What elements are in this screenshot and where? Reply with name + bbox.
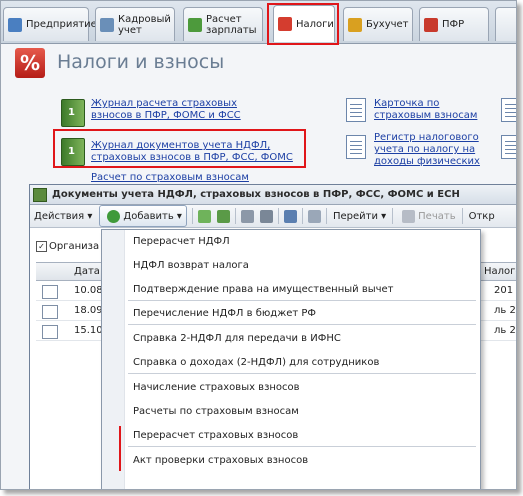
menu-item-2ndfl-ifns[interactable]: Справка 2-НДФЛ для передачи в ИФНС bbox=[133, 333, 341, 344]
add-button[interactable]: Добавить ▾ bbox=[99, 205, 187, 227]
menu-item-ndfl-refund[interactable]: НДФЛ возврат налога bbox=[133, 260, 249, 271]
tab-highlight-box bbox=[267, 3, 339, 45]
posted-document-icon bbox=[42, 325, 58, 339]
filter-label: Организа bbox=[49, 241, 100, 252]
filter-icon[interactable] bbox=[283, 209, 297, 223]
organization-filter[interactable]: ✓ Организа bbox=[36, 241, 99, 252]
enterprise-icon bbox=[8, 17, 22, 32]
row-value: 201 bbox=[494, 285, 514, 296]
link-highlight-box bbox=[53, 129, 306, 168]
row-date: 15.10 bbox=[74, 325, 103, 336]
row-date: 10.08 bbox=[74, 285, 103, 296]
tab-label: Расчет зарплаты bbox=[206, 13, 257, 36]
percent-icon: % bbox=[15, 48, 45, 78]
printer-icon bbox=[402, 209, 416, 223]
toolbar-divider bbox=[191, 208, 193, 224]
print-label: Печать bbox=[418, 210, 456, 222]
link-insurance-card[interactable]: Карточка по страховым взносам bbox=[374, 98, 477, 122]
tab-hr[interactable]: Кадровый учет bbox=[95, 7, 175, 41]
tab-label: Кадровый учет bbox=[118, 13, 171, 36]
checkbox-checked-icon[interactable]: ✓ bbox=[36, 241, 47, 252]
edit-icon[interactable] bbox=[216, 209, 230, 223]
section-tab-bar: Предприятие Кадровый учет Расчет зарплат… bbox=[1, 1, 516, 44]
document-icon bbox=[501, 135, 516, 159]
document-icon bbox=[42, 305, 58, 319]
posted-document-icon bbox=[42, 285, 58, 299]
menu-item-ndfl-transfer[interactable]: Перечисление НДФЛ в бюджет РФ bbox=[133, 308, 316, 319]
window-toolbar: Действия ▾ Добавить ▾ Перейти ▾ Печать О… bbox=[30, 205, 516, 228]
tab-accounting[interactable]: Бухучет bbox=[343, 7, 413, 41]
actions-menu-button[interactable]: Действия ▾ bbox=[30, 206, 96, 226]
register-icon bbox=[346, 135, 366, 159]
row-value: ль 2 bbox=[494, 305, 516, 316]
menu-separator bbox=[128, 324, 476, 325]
menu-item-property-deduction[interactable]: Подтверждение права на имущественный выч… bbox=[133, 284, 394, 295]
toolbar-divider bbox=[392, 208, 394, 224]
tab-enterprise[interactable]: Предприятие bbox=[3, 7, 97, 41]
row-value: ль 2 bbox=[494, 325, 516, 336]
menu-gutter bbox=[102, 230, 125, 489]
tab-payroll[interactable]: Расчет зарплаты bbox=[183, 7, 263, 41]
toolbar-divider bbox=[461, 208, 463, 224]
people-icon bbox=[100, 17, 114, 32]
menu-item-insurance-audit[interactable]: Акт проверки страховых взносов bbox=[133, 455, 308, 466]
structure-icon[interactable] bbox=[307, 209, 321, 223]
menu-separator bbox=[128, 373, 476, 374]
goto-menu-button[interactable]: Перейти ▾ bbox=[329, 206, 390, 226]
link-insurance-calc[interactable]: Расчет по страховым взносам bbox=[91, 172, 249, 184]
menu-item-insurance-settlements[interactable]: Расчеты по страховым взносам bbox=[133, 406, 299, 417]
goto-label: Перейти bbox=[332, 210, 378, 222]
journal-icon bbox=[61, 99, 85, 127]
tab-more[interactable] bbox=[495, 7, 516, 41]
highlight-marker bbox=[119, 426, 121, 471]
tab-label: Предприятие bbox=[26, 19, 97, 30]
tab-label: Бухучет bbox=[366, 19, 409, 30]
document-icon bbox=[501, 98, 516, 122]
actions-label: Действия bbox=[34, 210, 85, 222]
link-insurance-journal[interactable]: Журнал расчета страховых взносов в ПФР, … bbox=[91, 98, 241, 122]
row-date: 18.09 bbox=[74, 305, 103, 316]
menu-item-2ndfl-employees[interactable]: Справка о доходах (2-НДФЛ) для сотрудник… bbox=[133, 357, 379, 368]
menu-item-insurance-accrual[interactable]: Начисление страховых взносов bbox=[133, 382, 300, 393]
copy-icon[interactable] bbox=[197, 209, 211, 223]
payroll-icon bbox=[188, 17, 202, 32]
column-taxes[interactable]: Налогов... bbox=[484, 266, 516, 277]
open-button[interactable]: Откр bbox=[465, 206, 499, 226]
toolbar-divider bbox=[325, 208, 327, 224]
pfr-icon bbox=[424, 17, 438, 32]
menu-separator bbox=[128, 446, 476, 447]
window-title-bar: Документы учета НДФЛ, страховых взносов … bbox=[30, 185, 516, 205]
application-window: Предприятие Кадровый учет Расчет зарплат… bbox=[0, 0, 517, 490]
journal-icon bbox=[33, 187, 47, 202]
toolbar-divider bbox=[277, 208, 279, 224]
add-dropdown-menu: Перерасчет НДФЛ НДФЛ возврат налога Подт… bbox=[101, 229, 481, 489]
toolbar-divider bbox=[301, 208, 303, 224]
column-date[interactable]: Дата bbox=[74, 266, 100, 277]
select-period-icon[interactable] bbox=[240, 209, 254, 223]
window-title: Документы учета НДФЛ, страховых взносов … bbox=[52, 189, 460, 200]
accounting-icon bbox=[348, 17, 362, 32]
menu-item-ndfl-recalc[interactable]: Перерасчет НДФЛ bbox=[133, 236, 230, 247]
tab-label: ПФР bbox=[442, 19, 465, 30]
menu-separator bbox=[128, 300, 476, 301]
open-label: Откр bbox=[468, 210, 495, 222]
plus-icon bbox=[107, 209, 121, 223]
menu-item-insurance-recalc[interactable]: Перерасчет страховых взносов bbox=[133, 430, 298, 441]
search-icon[interactable] bbox=[259, 209, 273, 223]
print-button[interactable]: Печать bbox=[395, 206, 459, 226]
add-label: Добавить bbox=[123, 210, 174, 222]
link-tax-register[interactable]: Регистр налогового учета по налогу на до… bbox=[374, 132, 480, 168]
document-icon bbox=[346, 98, 366, 122]
toolbar-divider bbox=[234, 208, 236, 224]
tab-pfr[interactable]: ПФР bbox=[419, 7, 489, 41]
page-title: Налоги и взносы bbox=[57, 51, 225, 73]
